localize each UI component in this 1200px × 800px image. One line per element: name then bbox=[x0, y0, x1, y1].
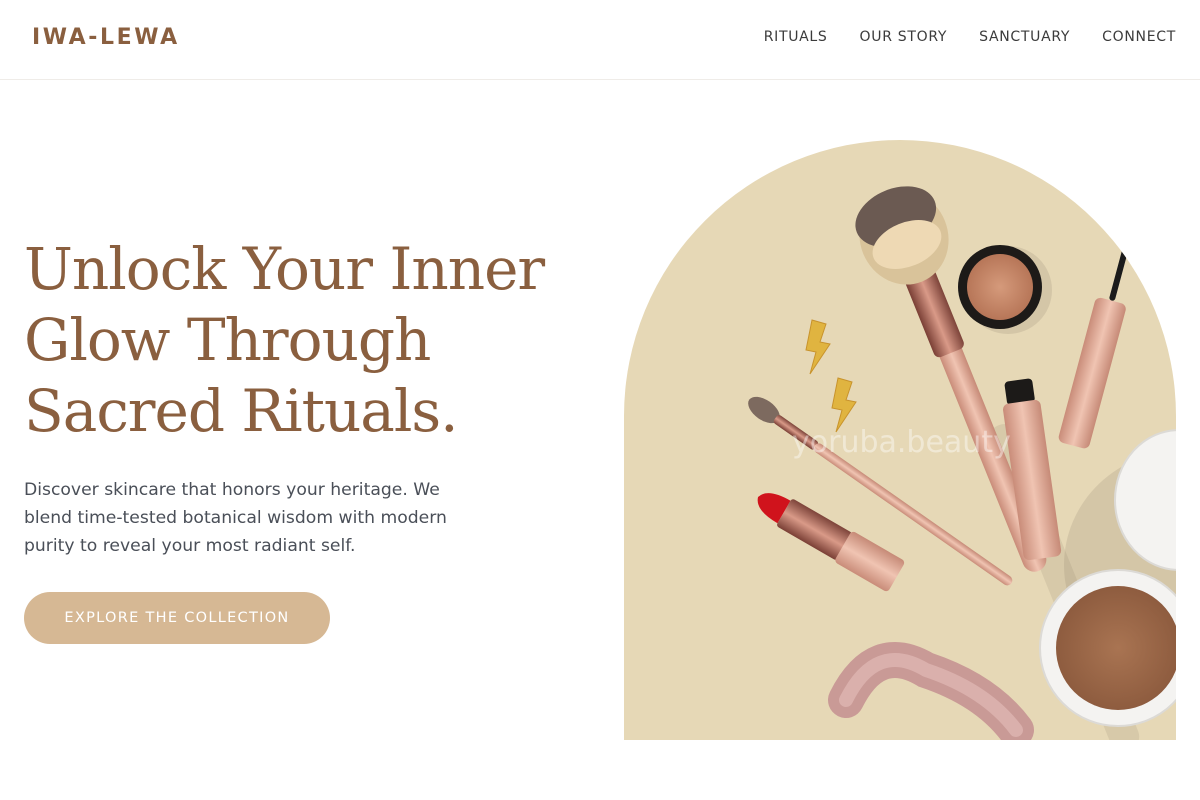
hero-title: Unlock Your Inner Glow Through Sacred Ritu… bbox=[24, 234, 604, 447]
site-header: IWA-LEWA RITUALS OUR STORY SANCTUARY CON… bbox=[0, 0, 1200, 80]
main-nav: RITUALS OUR STORY SANCTUARY CONNECT bbox=[764, 29, 1176, 45]
nav-item-rituals[interactable]: RITUALS bbox=[764, 29, 828, 45]
nav-item-our-story[interactable]: OUR STORY bbox=[860, 29, 948, 45]
nav-item-connect[interactable]: CONNECT bbox=[1102, 29, 1176, 45]
hero-image: yoruba.beauty bbox=[624, 140, 1176, 740]
earrings bbox=[805, 319, 857, 433]
cosmetics-illustration: yoruba.beauty bbox=[748, 186, 1176, 740]
hero-title-line-2: Glow Through bbox=[24, 306, 431, 374]
explore-collection-button[interactable]: EXPLORE THE COLLECTION bbox=[24, 592, 330, 644]
hero-title-line-3: Sacred Rituals. bbox=[24, 377, 459, 445]
hero-subtitle: Discover skincare that honors your herit… bbox=[24, 480, 447, 556]
blush-pot bbox=[958, 245, 1052, 334]
eyeliner bbox=[1058, 213, 1138, 449]
nav-item-sanctuary[interactable]: SANCTUARY bbox=[979, 29, 1070, 45]
hero-title-line-1: Unlock Your Inner bbox=[24, 235, 545, 303]
brand-logo[interactable]: IWA-LEWA bbox=[32, 25, 180, 50]
scrunchie bbox=[828, 642, 1034, 740]
image-watermark: yoruba.beauty bbox=[792, 425, 1011, 460]
